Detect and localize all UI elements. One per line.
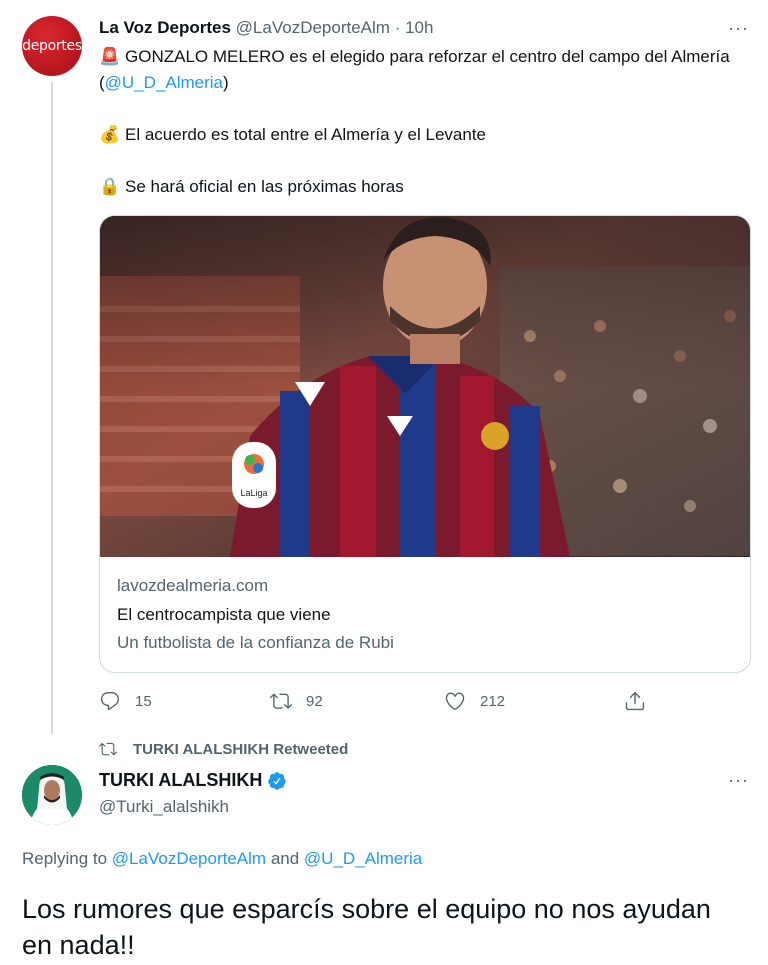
share-icon <box>625 692 645 711</box>
link-card[interactable]: LaLiga lavozdealmeria.com El centrocampi… <box>99 215 751 673</box>
lock-icon: 🔒 <box>99 177 121 196</box>
tweet-text: Se hará oficial en las próximas horas <box>125 177 404 196</box>
like-button[interactable]: 212 <box>444 690 505 712</box>
replying-to: Replying to @LaVozDeporteAlm and @U_D_Al… <box>22 849 422 869</box>
author-handle[interactable]: @LaVozDeporteAlm <box>236 18 390 37</box>
replying-user-link[interactable]: @LaVozDeporteAlm <box>112 849 266 868</box>
more-options-icon[interactable]: ··· <box>728 18 749 39</box>
replying-and: and <box>270 849 300 868</box>
replying-prefix: Replying to <box>22 849 108 868</box>
retweet-count: 92 <box>306 692 323 710</box>
money-bag-icon: 💰 <box>99 125 121 144</box>
card-domain: lavozdealmeria.com <box>117 576 269 595</box>
retweet-small-icon <box>99 742 117 756</box>
player-photo: LaLiga <box>100 216 750 557</box>
author-name-text: TURKI ALALSHIKH <box>99 770 263 790</box>
siren-icon: 🚨 <box>99 47 121 66</box>
tweet-text: El acuerdo es total entre el Almería y e… <box>125 125 486 144</box>
author-handle-2[interactable]: @Turki_alalshikh <box>99 797 229 817</box>
mention-link[interactable]: @U_D_Almeria <box>105 73 223 92</box>
reply-tweet-text: Los rumores que esparcís sobre el equipo… <box>22 894 711 960</box>
card-image: LaLiga <box>100 216 750 557</box>
replying-user-link-2[interactable]: @U_D_Almeria <box>304 849 422 868</box>
tweet-text-line3: 🔒 Se hará oficial en las próximas horas <box>99 174 749 200</box>
reply-button[interactable]: 15 <box>99 690 152 712</box>
author-name[interactable]: La Voz Deportes <box>99 18 231 37</box>
heart-icon <box>445 692 465 710</box>
reply-icon <box>100 692 120 711</box>
laliga-badge-text: LaLiga <box>240 488 267 498</box>
like-count: 212 <box>480 692 506 710</box>
tweet-text-line1: 🚨 GONZALO MELERO es el elegido para refor… <box>99 44 749 96</box>
card-description: Un futbolista de la confianza de Rubi <box>117 633 394 652</box>
tweet-text-end: ) <box>223 73 229 92</box>
tweet-time[interactable]: 10h <box>405 18 433 37</box>
avatar-la-voz-deportes[interactable]: deportes <box>22 16 82 76</box>
separator-dot: · <box>394 18 401 37</box>
retweeted-label: TURKI ALALSHIKH Retweeted <box>133 740 349 758</box>
avatar-turki-alalshikh[interactable] <box>22 765 82 825</box>
author-name-2[interactable]: TURKI ALALSHIKH <box>99 770 287 791</box>
verified-badge-icon <box>268 771 287 790</box>
thread-line <box>51 82 53 734</box>
tweet-text-line2: 💰 El acuerdo es total entre el Almería y … <box>99 122 749 148</box>
tweet-header: La Voz Deportes @LaVozDeporteAlm · 10h <box>99 18 433 38</box>
share-button[interactable] <box>624 690 660 712</box>
reply-count: 15 <box>135 692 152 710</box>
retweeted-by[interactable]: TURKI ALALSHIKH Retweeted <box>99 740 348 758</box>
retweet-icon <box>270 693 292 709</box>
avatar-photo <box>22 765 82 825</box>
more-options-icon-2[interactable]: ··· <box>728 770 749 791</box>
card-title: El centrocampista que viene <box>117 605 331 624</box>
retweet-button[interactable]: 92 <box>270 690 323 712</box>
avatar-text: deportes <box>22 38 82 54</box>
